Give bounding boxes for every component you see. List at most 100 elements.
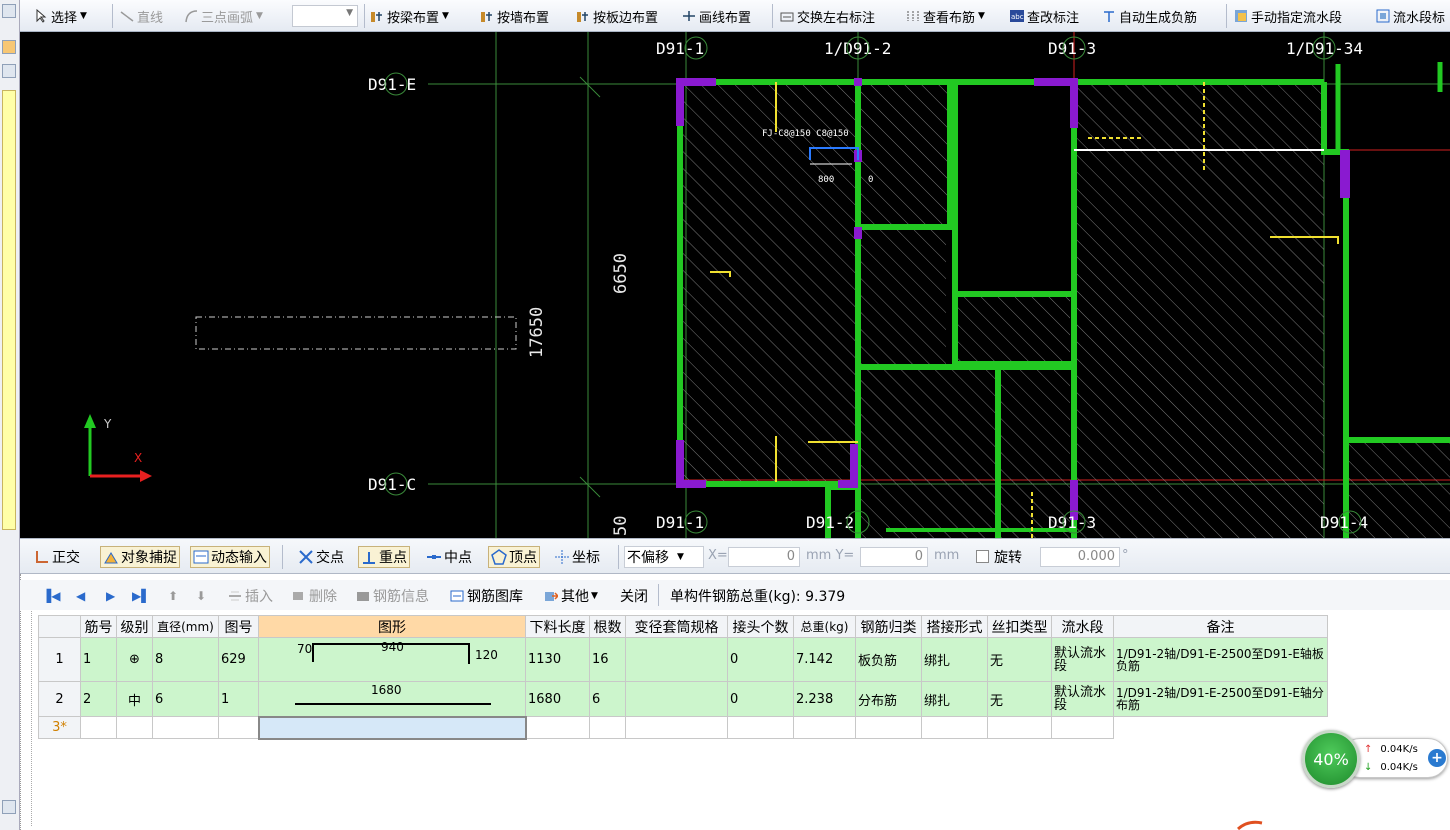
auto-neg-button[interactable]: 自动生成负筋	[1102, 6, 1197, 26]
side-tab[interactable]	[2, 90, 16, 530]
ortho-icon	[34, 549, 50, 565]
cross-icon	[298, 549, 314, 565]
dynamic-input-button[interactable]: 动态输入	[190, 546, 270, 568]
other-button[interactable]: 其他 ▼	[544, 586, 598, 606]
plus-icon[interactable]: +	[1428, 749, 1446, 767]
svg-text:X: X	[134, 451, 142, 465]
total-weight: 单构件钢筋总重(kg): 9.379	[670, 589, 846, 605]
panel-button[interactable]	[2, 4, 16, 18]
rebar-shape-cell[interactable]: 70 940 120	[258, 637, 526, 682]
select-button[interactable]: 选择 ▼	[34, 6, 87, 26]
table-row[interactable]: 2 2 中 6 1 1680 1680 6 0 2.238 分布筋 绑扎 无 默…	[38, 681, 1328, 717]
by-beam-button[interactable]: 按梁布置 ▼	[370, 6, 449, 26]
dashed-region[interactable]	[195, 316, 517, 350]
left-strip	[0, 0, 20, 830]
network-speed-widget[interactable]: 40% ↑ 0.04K/s ↓ 0.04K/s +	[1300, 726, 1450, 788]
table-row[interactable]: 1 1 ⊕ 8 629 70 940 120 1130 16 0 7.142 板…	[38, 637, 1328, 682]
line-button[interactable]: 直线	[120, 6, 163, 26]
ortho-button[interactable]: 正交	[32, 546, 82, 568]
rotate-checkbox[interactable]	[976, 550, 989, 563]
line-icon	[120, 9, 134, 23]
panel-button[interactable]	[2, 64, 16, 78]
insert-button[interactable]: 插入	[228, 586, 273, 606]
dim-bottom: 50	[611, 516, 631, 536]
down-button[interactable]: ⬇	[196, 586, 206, 606]
panel-button[interactable]	[2, 800, 16, 814]
line-style-combo[interactable]: ▼	[292, 5, 358, 27]
flow-seg-icon	[1376, 9, 1390, 23]
cursor-mark	[1236, 820, 1263, 830]
insert-icon	[228, 589, 242, 603]
snap-toolbar: 正交 对象捕捉 动态输入 交点 重点 中点 顶点 坐标 不偏移 ▼ X= 0 mm…	[20, 538, 1450, 574]
y-input[interactable]: 0	[860, 547, 928, 567]
rebar-table: 筋号 级别 直径(mm) 图号 图形 下料长度 根数 变径套筒规格 接头个数 总…	[38, 615, 1328, 740]
panel-grip[interactable]	[22, 586, 32, 826]
table-row-new[interactable]: 3*	[38, 715, 1328, 740]
coord-snap[interactable]: 坐标	[552, 546, 602, 568]
draw-line-icon	[682, 9, 696, 23]
offset-mode-select[interactable]: 不偏移 ▼	[624, 546, 704, 568]
intersect-snap[interactable]: 交点	[296, 546, 346, 568]
axis-label-left: D91-E	[368, 75, 416, 94]
mid-snap[interactable]: 中点	[424, 546, 474, 568]
rebar-info-button[interactable]: 钢筋信息	[356, 586, 429, 606]
perpendicular-icon	[361, 549, 377, 565]
last-button[interactable]: ▶▌	[132, 586, 150, 606]
speed-percent: 40%	[1302, 730, 1360, 788]
axis-label-top: 1/D91-34	[1286, 39, 1363, 58]
panel-button[interactable]	[2, 40, 16, 54]
next-button[interactable]: ▶	[106, 586, 115, 606]
delete-row-icon	[292, 589, 306, 603]
prev-button[interactable]: ◀	[76, 586, 85, 606]
rebar-toolbar: ▐◀ ◀ ▶ ▶▌ ⬆ ⬇ 插入 删除 钢筋信息 钢筋图库 其他 ▼ 关闭 单构件…	[20, 580, 1450, 610]
dynamic-input-icon	[193, 549, 209, 565]
cursor-icon	[34, 8, 48, 23]
flow-seg-button[interactable]: 流水段标	[1376, 6, 1445, 26]
dim-17650: 17650	[527, 307, 547, 358]
shape-diagram	[312, 643, 470, 664]
slab-edge-icon	[576, 9, 590, 23]
perp-snap[interactable]: 重点	[358, 546, 410, 568]
close-button[interactable]: 关闭	[620, 586, 648, 606]
floor-plan: FJ-C8@150 C8@150 800 0 D91-1 1/D91-2 D91…	[84, 32, 1450, 538]
manual-flow-button[interactable]: 手动指定流水段	[1234, 6, 1342, 26]
edit-label-button[interactable]: abc 查改标注	[1010, 6, 1079, 26]
coordinate-icon	[554, 549, 570, 565]
snap-icon	[103, 549, 119, 565]
info-icon	[356, 589, 370, 603]
rebar-library-button[interactable]: 钢筋图库	[450, 586, 523, 606]
swap-icon	[780, 9, 794, 23]
drawing-canvas[interactable]: FJ-C8@150 C8@150 800 0 D91-1 1/D91-2 D91…	[20, 32, 1450, 538]
arc-button[interactable]: 三点画弧 ▼	[184, 6, 263, 26]
axis-label-top: D91-1	[656, 39, 704, 58]
by-line-button[interactable]: 画线布置	[682, 6, 751, 26]
axis-label-bottom: D91-1	[656, 513, 704, 532]
rotate-input[interactable]: 0.000	[1040, 547, 1120, 567]
pentagon-icon	[491, 549, 507, 565]
active-cell[interactable]	[257, 715, 527, 740]
svg-text:abc: abc	[1011, 13, 1024, 21]
object-snap-button[interactable]: 对象捕捉	[100, 546, 180, 568]
upload-speed: 0.04K/s	[1380, 744, 1418, 755]
vertex-snap[interactable]: 顶点	[488, 546, 540, 568]
first-button[interactable]: ▐◀	[42, 586, 60, 606]
swap-labels-button[interactable]: 交换左右标注	[780, 6, 875, 26]
x-input[interactable]: 0	[728, 547, 800, 567]
by-slab-edge-button[interactable]: 按板边布置	[576, 6, 658, 26]
by-wall-button[interactable]: 按墙布置	[480, 6, 549, 26]
axis-label-left: D91-C	[368, 475, 416, 494]
rebar-shape-cell[interactable]: 1680	[258, 681, 526, 717]
arc-icon	[184, 9, 198, 23]
dim-6650: 6650	[611, 253, 631, 294]
table-header: 筋号 级别 直径(mm) 图号 图形 下料长度 根数 变径套筒规格 接头个数 总…	[38, 615, 1328, 638]
delete-button[interactable]: 删除	[292, 586, 337, 606]
rebar-spec-label: FJ-C8@150 C8@150	[762, 129, 849, 139]
export-icon	[544, 589, 560, 603]
main-toolbar: 选择 ▼ 直线 三点画弧 ▼ ▼ 按梁布置 ▼ 按墙布置 按板边布置 画线布置 交换左…	[20, 0, 1450, 32]
view-rebar-icon	[906, 9, 920, 23]
flow-icon	[1234, 9, 1248, 23]
axis-label-top: D91-3	[1048, 39, 1096, 58]
wall-layout-icon	[480, 9, 494, 23]
view-rebar-button[interactable]: 查看布筋 ▼	[906, 6, 985, 26]
up-button[interactable]: ⬆	[168, 586, 178, 606]
